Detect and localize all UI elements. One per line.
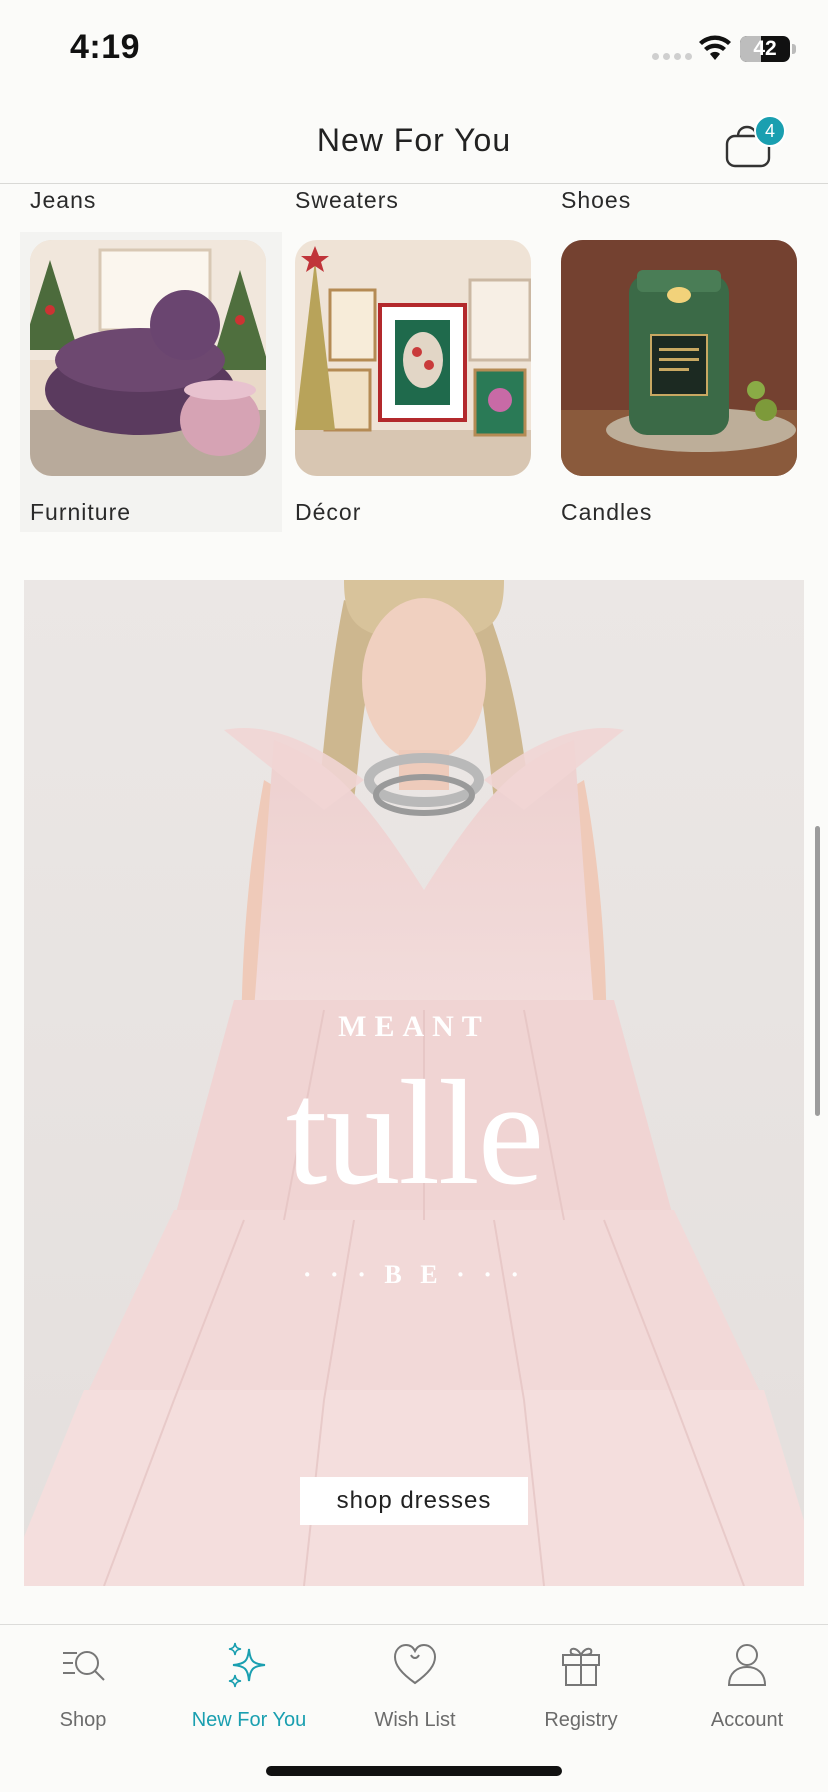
status-bar: 4:19 42	[0, 0, 828, 100]
category-shoes[interactable]: Shoes	[561, 187, 631, 214]
tab-new-for-you[interactable]: New For You	[166, 1625, 332, 1735]
sparkle-icon	[228, 1642, 266, 1688]
status-time: 4:19	[70, 28, 141, 66]
tab-account-label: Account	[710, 1709, 784, 1731]
home-indicator	[266, 1766, 562, 1776]
tab-registry-label: Registry	[544, 1709, 618, 1731]
category-decor-label[interactable]: Décor	[295, 499, 361, 526]
person-icon	[727, 1644, 767, 1686]
decor-photo	[295, 240, 531, 476]
promo-banner[interactable]: MEANT tulle · · · B E · · · shop dresses	[24, 580, 804, 1586]
tab-wish-list[interactable]: Wish List	[332, 1625, 498, 1735]
category-candles-label[interactable]: Candles	[561, 499, 652, 526]
battery-tip	[792, 44, 796, 54]
banner-headline-main: tulle	[285, 1050, 545, 1216]
scrollbar[interactable]	[815, 826, 820, 1116]
category-furniture-label[interactable]: Furniture	[30, 499, 131, 526]
tab-account[interactable]: Account	[664, 1625, 828, 1735]
heart-icon	[393, 1643, 437, 1685]
cart-count-badge: 4	[754, 115, 786, 147]
cellular-signal-icon	[652, 53, 692, 60]
tab-shop-label: Shop	[59, 1709, 107, 1731]
battery-icon: 42	[740, 36, 790, 62]
wifi-icon	[699, 35, 731, 60]
category-jeans[interactable]: Jeans	[30, 187, 96, 214]
banner-headline-bottom: · · · B E · · ·	[302, 1260, 526, 1289]
shop-dresses-button[interactable]: shop dresses	[300, 1477, 528, 1525]
page-title: New For You	[316, 122, 512, 158]
banner-headline-top: MEANT	[338, 1010, 490, 1043]
tab-wish-list-label: Wish List	[374, 1709, 456, 1731]
candles-photo	[561, 240, 797, 476]
tab-registry[interactable]: Registry	[498, 1625, 664, 1735]
header: New For You 4	[0, 100, 828, 184]
shop-search-icon	[63, 1651, 105, 1681]
category-candles-tile[interactable]	[561, 240, 797, 476]
gift-icon	[562, 1647, 600, 1686]
category-furniture-tile[interactable]	[30, 240, 266, 476]
tab-new-for-you-label: New For You	[191, 1709, 307, 1731]
category-sweaters[interactable]: Sweaters	[295, 187, 399, 214]
tab-shop[interactable]: Shop	[0, 1625, 166, 1735]
category-decor-tile[interactable]	[295, 240, 531, 476]
furniture-photo	[30, 240, 266, 476]
battery-level: 42	[753, 37, 777, 60]
